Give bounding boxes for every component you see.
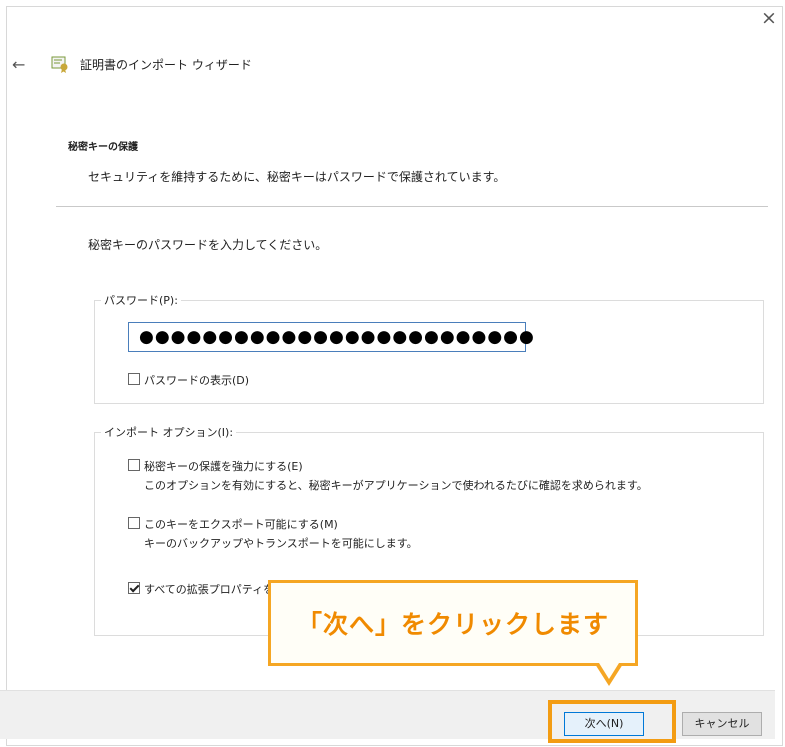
password-group-label: パスワード(P):: [101, 292, 181, 308]
header-divider: [56, 206, 768, 207]
cancel-button[interactable]: キャンセル: [682, 712, 762, 736]
option-strong-protection[interactable]: 秘密キーの保護を強力にする(E) このオプションを有効にすると、秘密キーがアプリ…: [128, 458, 648, 493]
exportable-label: このキーをエクスポート可能にする(M): [144, 518, 338, 531]
callout-pointer-fill: [599, 663, 619, 679]
strong-protection-label: 秘密キーの保護を強力にする(E): [144, 460, 303, 473]
instruction-callout: 「次へ」をクリックします: [268, 580, 638, 666]
wizard-title: 証明書のインポート ウィザード: [80, 57, 252, 72]
section-description: セキュリティを維持するために、秘密キーはパスワードで保護されています。: [88, 170, 506, 184]
show-password-label: パスワードの表示(D): [144, 374, 250, 387]
instruction-text: 秘密キーのパスワードを入力してください。: [88, 238, 328, 252]
password-group: パスワード(P):: [94, 292, 764, 404]
strong-protection-description: このオプションを有効にすると、秘密キーがアプリケーションで使われるたびに確認を求…: [144, 479, 648, 492]
extended-properties-checkbox[interactable]: [128, 582, 140, 594]
show-password-option[interactable]: パスワードの表示(D): [128, 372, 249, 388]
section-heading: 秘密キーの保護: [68, 142, 138, 153]
exportable-description: キーのバックアップやトランスポートを可能にします。: [144, 537, 418, 550]
strong-protection-checkbox[interactable]: [128, 459, 140, 471]
show-password-checkbox[interactable]: [128, 373, 140, 385]
close-button[interactable]: ×: [757, 6, 781, 30]
back-arrow-icon[interactable]: ←: [12, 55, 36, 74]
wizard-nav: ← 証明書のインポート ウィザード: [12, 52, 252, 76]
exportable-checkbox[interactable]: [128, 517, 140, 529]
password-input[interactable]: ●●●●●●●●●●●●●●●●●●●●●●●●●: [128, 322, 534, 352]
import-options-label: インポート オプション(I):: [101, 424, 237, 440]
certificate-icon: [51, 56, 68, 73]
next-button-highlight: [548, 700, 676, 743]
option-exportable[interactable]: このキーをエクスポート可能にする(M) キーのバックアップやトランスポートを可能…: [128, 516, 418, 551]
